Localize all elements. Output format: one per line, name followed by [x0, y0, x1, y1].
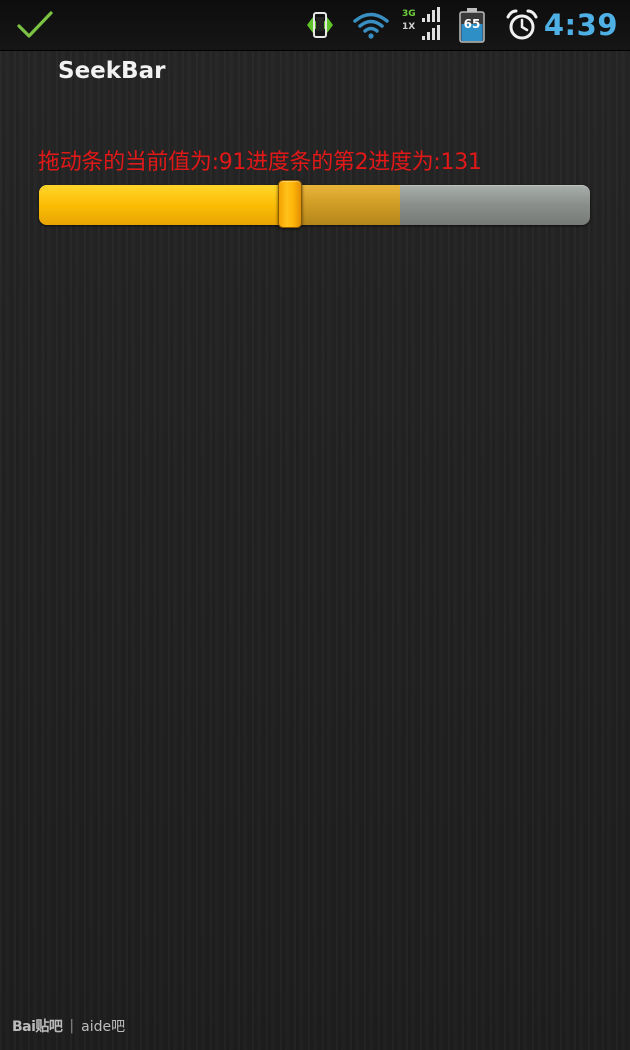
seek-bar[interactable] [39, 180, 590, 228]
status-bar: 3G 1X 65 4:39 [0, 0, 630, 51]
seek-bar-thumb[interactable] [277, 180, 302, 228]
check-icon[interactable] [12, 0, 58, 50]
alarm-icon [502, 0, 542, 50]
watermark: Bai贴吧 | aide吧 [12, 1016, 125, 1036]
watermark-separator: | [69, 1018, 75, 1034]
signal-icon: 3G 1X [400, 0, 444, 50]
debug-icon [300, 0, 340, 50]
wifi-icon [350, 0, 392, 50]
seek-bar-progress [39, 185, 290, 225]
battery-icon: 65 [452, 0, 492, 50]
progress-text: 拖动条的当前值为:91进度条的第2进度为:131 [38, 150, 482, 175]
clock: 4:39 [543, 8, 618, 42]
watermark-site: aide吧 [81, 1019, 126, 1035]
page-title: SeekBar [58, 58, 166, 84]
battery-level: 65 [463, 17, 481, 31]
watermark-brand: Bai贴吧 [12, 1019, 63, 1035]
